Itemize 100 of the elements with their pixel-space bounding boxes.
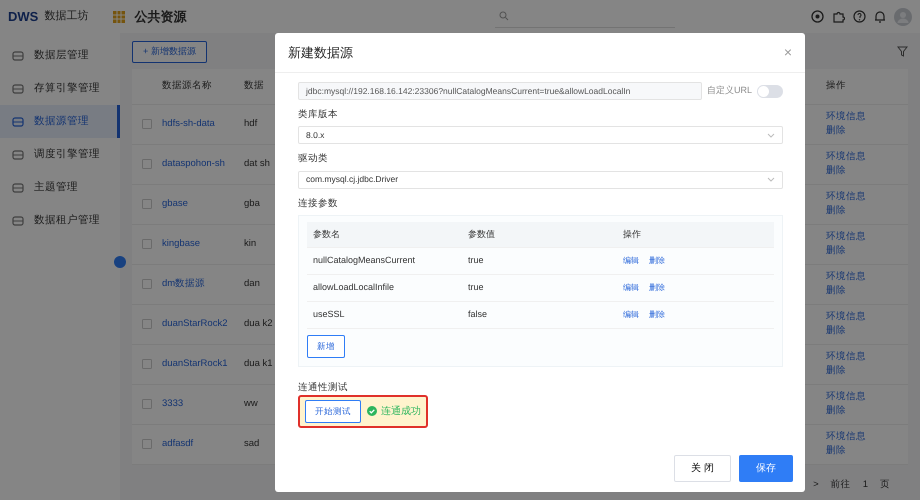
table-cell-text: dua k2 bbox=[244, 316, 273, 331]
table-cell-text: false bbox=[468, 308, 488, 321]
table-cell-text: nullCatalogMeansCurrent bbox=[313, 254, 416, 267]
section-title: 公共资源 bbox=[134, 8, 186, 26]
datasource-link[interactable]: dataspohon-sh bbox=[162, 156, 225, 172]
next-page-button[interactable]: > bbox=[813, 478, 819, 492]
column-header: 操作 bbox=[623, 228, 641, 240]
datasource-link[interactable]: hdfs-sh-data bbox=[162, 116, 215, 132]
action-link[interactable]: 环境信息 bbox=[826, 110, 866, 124]
datasource-link[interactable]: gbase bbox=[162, 196, 188, 212]
logo: DWS bbox=[8, 8, 38, 26]
action-link[interactable]: 删除 bbox=[826, 364, 846, 378]
sidebar-item[interactable]: 数据层管理 bbox=[0, 39, 120, 72]
table-cell-text: ww bbox=[244, 396, 258, 411]
field-label: 类库版本 bbox=[298, 108, 339, 122]
action-link[interactable]: 编辑 bbox=[623, 282, 639, 294]
sidebar-item[interactable]: 调度引擎管理 bbox=[0, 138, 120, 171]
test-button[interactable]: 开始测试 bbox=[305, 400, 361, 422]
action-link[interactable]: 删除 bbox=[826, 324, 846, 338]
puzzle-icon[interactable] bbox=[832, 10, 845, 23]
menu-item-icon bbox=[12, 214, 24, 226]
datasource-link[interactable]: 3333 bbox=[162, 396, 184, 412]
column-header: 参数名 bbox=[313, 228, 340, 240]
action-link[interactable]: 环境信息 bbox=[826, 230, 866, 244]
page-unit: 页 bbox=[880, 478, 890, 492]
help-icon[interactable] bbox=[853, 10, 866, 23]
menu-item-icon bbox=[12, 50, 24, 62]
url-field[interactable]: jdbc:mysql://192.168.16.142:23306?nullCatalogMeansCurrent=true&allowLoadLocalIn bbox=[298, 82, 702, 100]
action-link[interactable]: 环境信息 bbox=[826, 270, 866, 284]
close-button[interactable]: × bbox=[784, 42, 792, 63]
action-link[interactable]: 编辑 bbox=[623, 308, 639, 321]
action-link[interactable]: 删除 bbox=[826, 204, 846, 218]
select-field[interactable]: 8.0.x bbox=[298, 126, 783, 144]
menu-item-icon bbox=[12, 116, 24, 128]
action-link[interactable]: 删除 bbox=[649, 254, 665, 267]
sidebar-item[interactable]: 数据租户管理 bbox=[0, 204, 120, 237]
action-link[interactable]: 删除 bbox=[649, 308, 665, 321]
checkbox[interactable] bbox=[142, 399, 152, 409]
action-link[interactable]: 删除 bbox=[826, 244, 846, 258]
dialog-title: 新建数据源 bbox=[288, 44, 353, 62]
action-link[interactable]: 环境信息 bbox=[826, 350, 866, 364]
action-link[interactable]: 删除 bbox=[826, 124, 846, 138]
custom-url-label: 自定义URL bbox=[706, 84, 752, 98]
section-label: 连通性测试 bbox=[298, 380, 349, 394]
grid-icon bbox=[112, 10, 126, 24]
add-datasource-button[interactable]: + 新增数据源 bbox=[132, 41, 207, 62]
column-header: 参数值 bbox=[468, 228, 495, 240]
goto-label: 前往 bbox=[830, 478, 851, 492]
action-link[interactable]: 删除 bbox=[826, 164, 846, 178]
datasource-link[interactable]: dm数据源 bbox=[162, 276, 206, 292]
action-link[interactable]: 删除 bbox=[826, 444, 846, 458]
action-link[interactable]: 环境信息 bbox=[826, 190, 866, 204]
checkbox[interactable] bbox=[142, 319, 152, 329]
sidebar-item[interactable]: 存算引擎管理 bbox=[0, 72, 120, 105]
action-link[interactable]: 编辑 bbox=[623, 254, 639, 267]
test-result: 连通成功 bbox=[381, 404, 421, 419]
collapse-button[interactable] bbox=[114, 256, 126, 268]
action-link[interactable]: 环境信息 bbox=[826, 310, 866, 324]
page-input[interactable]: 1 bbox=[862, 478, 868, 492]
action-link[interactable]: 环境信息 bbox=[826, 390, 866, 404]
action-link[interactable]: 删除 bbox=[649, 282, 665, 294]
table-cell-text: gba bbox=[244, 196, 260, 211]
checkbox[interactable] bbox=[142, 359, 152, 369]
save-button[interactable]: 保存 bbox=[739, 455, 793, 482]
action-link[interactable]: 环境信息 bbox=[826, 430, 866, 444]
table-cell-text: true bbox=[468, 254, 484, 267]
checkbox[interactable] bbox=[142, 159, 152, 169]
datasource-link[interactable]: duanStarRock1 bbox=[162, 356, 228, 372]
sidebar-item[interactable]: 数据源管理 bbox=[0, 105, 120, 138]
caret-icon bbox=[767, 177, 775, 182]
action-link[interactable]: 删除 bbox=[826, 284, 846, 298]
checkbox[interactable] bbox=[142, 119, 152, 129]
table-cell-text: hdf bbox=[244, 116, 258, 131]
sidebar-item[interactable]: 主题管理 bbox=[0, 171, 120, 204]
table-cell-text: true bbox=[468, 281, 484, 294]
datasource-link[interactable]: adfasdf bbox=[162, 436, 194, 452]
menu-item-icon bbox=[12, 148, 24, 160]
column-header: 数据源名称 bbox=[162, 68, 244, 104]
caret-icon bbox=[767, 132, 775, 138]
checkbox[interactable] bbox=[142, 439, 152, 449]
checkbox[interactable] bbox=[142, 239, 152, 249]
close-dialog-button[interactable]: 关 闭 bbox=[674, 455, 731, 482]
checkbox[interactable] bbox=[142, 199, 152, 209]
table-cell-text: kin bbox=[244, 236, 256, 251]
ai-icon[interactable] bbox=[811, 10, 824, 23]
action-link[interactable]: 环境信息 bbox=[826, 150, 866, 164]
custom-url-toggle[interactable] bbox=[757, 84, 783, 98]
table-cell-text: sad bbox=[244, 436, 260, 451]
select-field[interactable]: com.mysql.cj.jdbc.Driver bbox=[298, 170, 783, 188]
add-param-button[interactable]: 新增 bbox=[307, 334, 345, 358]
field-label: 驱动类 bbox=[298, 152, 329, 166]
menu-item-icon bbox=[12, 182, 24, 194]
datasource-link[interactable]: kingbase bbox=[162, 236, 200, 252]
avatar-icon[interactable] bbox=[894, 8, 912, 26]
filter-icon[interactable] bbox=[897, 46, 908, 58]
search-icon bbox=[499, 11, 509, 21]
datasource-link[interactable]: duanStarRock2 bbox=[162, 316, 228, 332]
action-link[interactable]: 删除 bbox=[826, 404, 846, 418]
checkbox[interactable] bbox=[142, 279, 152, 289]
bell-icon[interactable] bbox=[874, 10, 886, 23]
